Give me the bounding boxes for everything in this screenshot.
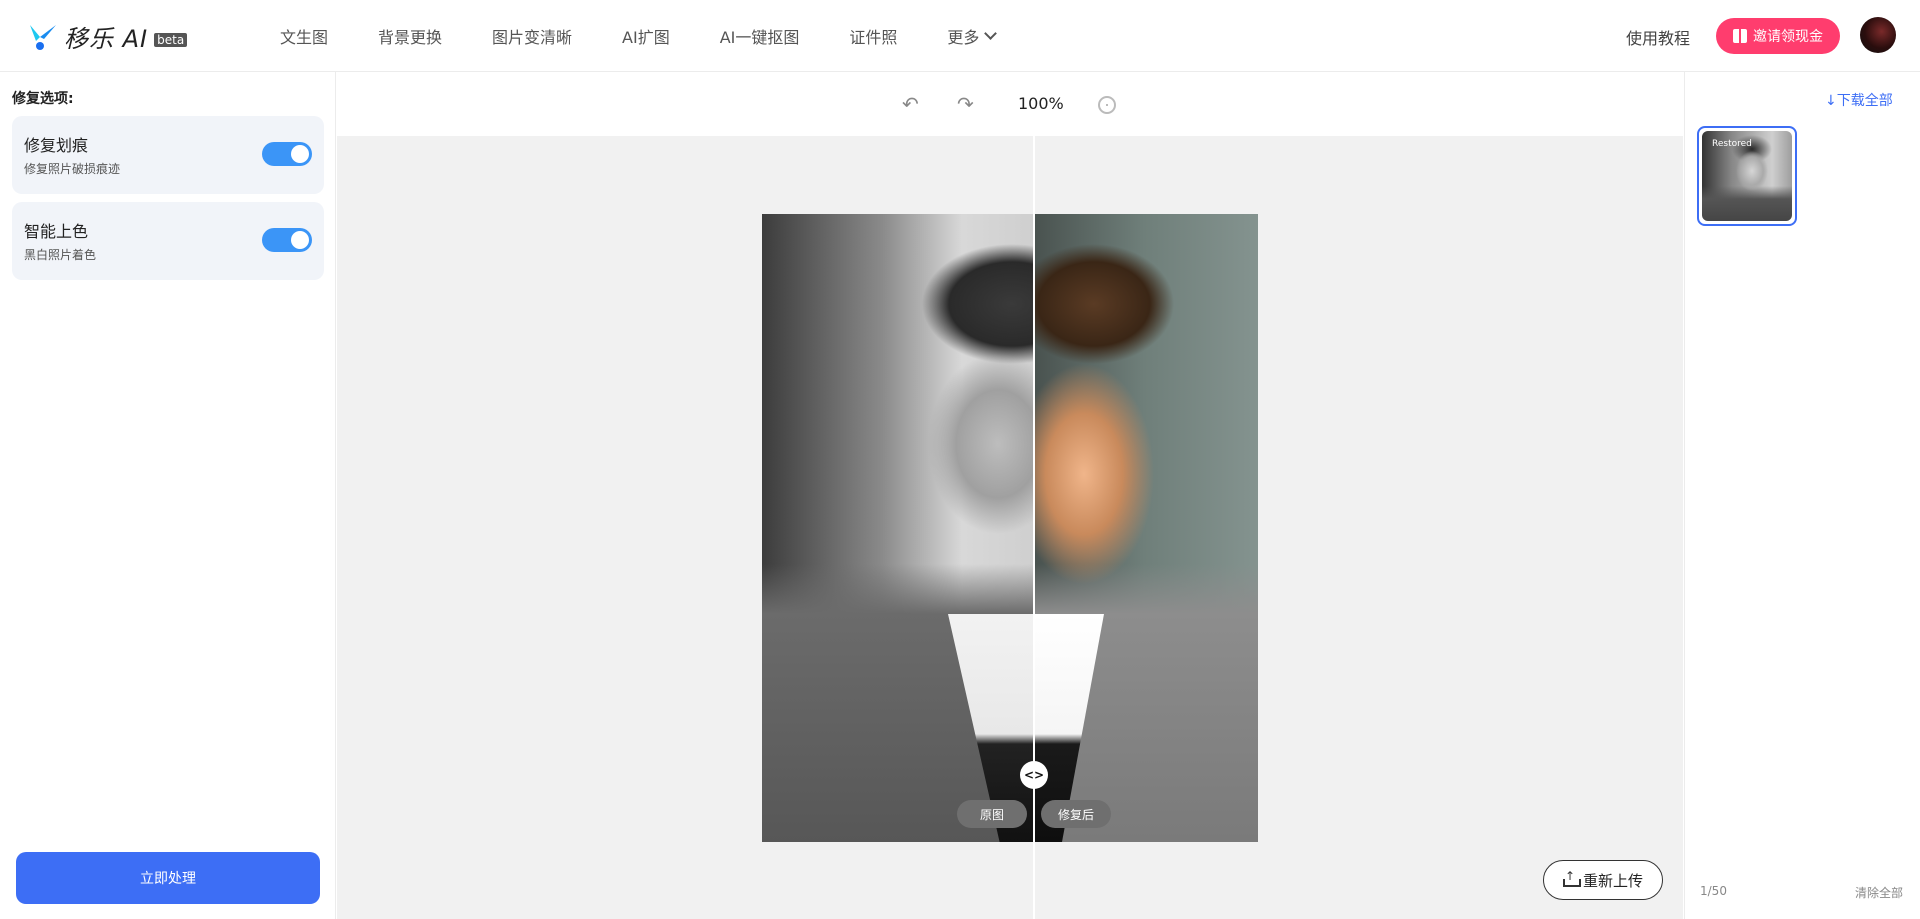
editor-area: ↶ ↷ 100% <>: [337, 72, 1683, 919]
option-title: 智能上色: [24, 222, 89, 241]
result-count: 1/50: [1700, 884, 1727, 898]
nav-image-sharpen[interactable]: 图片变清晰: [492, 24, 572, 48]
process-now-button[interactable]: 立即处理: [16, 852, 320, 904]
option-subtitle: 黑白照片着色: [24, 248, 97, 262]
toggle-knob: [291, 231, 309, 249]
invite-label: 邀请领现金: [1753, 29, 1823, 45]
compare-divider[interactable]: [1033, 136, 1035, 919]
original-image: [762, 214, 1034, 842]
logo[interactable]: 移乐 AI beta: [26, 18, 188, 54]
clear-all-link[interactable]: 清除全部: [1855, 884, 1903, 901]
option-scratch-repair: 修复划痕 修复照片破损痕迹: [12, 116, 324, 194]
nav-more-label: 更多: [947, 28, 980, 47]
tutorial-link[interactable]: 使用教程: [1626, 25, 1690, 49]
upload-icon: [1562, 869, 1581, 887]
compare-handle[interactable]: <>: [1020, 761, 1048, 789]
main-nav: 文生图 背景更换 图片变清晰 AI扩图 AI一键抠图 证件照 更多: [280, 0, 1045, 72]
nav-more[interactable]: 更多: [947, 24, 998, 48]
nav-text-to-image[interactable]: 文生图: [280, 24, 328, 48]
toggle-knob: [291, 145, 309, 163]
results-panel: ↓下载全部 Restored 1/50 清除全部: [1684, 72, 1920, 919]
before-label[interactable]: 原图: [957, 800, 1027, 828]
nav-id-photo[interactable]: 证件照: [849, 24, 897, 48]
option-subtitle: 修复照片破损痕迹: [24, 162, 121, 176]
reupload-label: 重新上传: [1582, 871, 1643, 890]
gift-icon: [1733, 29, 1747, 43]
colorize-toggle[interactable]: [262, 228, 312, 252]
result-thumbnail[interactable]: Restored: [1697, 126, 1797, 226]
option-colorize: 智能上色 黑白照片着色: [12, 202, 324, 280]
top-header: 移乐 AI beta 文生图 背景更换 图片变清晰 AI扩图 AI一键抠图 证件…: [0, 0, 1920, 72]
restored-badge: Restored: [1712, 139, 1752, 149]
undo-icon[interactable]: ↶: [902, 92, 919, 116]
scratch-repair-toggle[interactable]: [262, 142, 312, 166]
nav-background-replace[interactable]: 背景更换: [378, 24, 442, 48]
restored-image: [1034, 214, 1258, 842]
logo-icon: [26, 19, 60, 53]
logo-text: 移乐 AI: [64, 24, 149, 53]
reupload-button[interactable]: 重新上传: [1543, 860, 1663, 900]
repair-options-panel: 修复选项: 修复划痕 修复照片破损痕迹 智能上色 黑白照片着色 立即处理: [0, 72, 336, 919]
avatar[interactable]: [1860, 17, 1896, 53]
after-label[interactable]: 修复后: [1041, 800, 1111, 828]
crosshair-icon[interactable]: [1098, 96, 1116, 114]
download-all-label: 下载全部: [1836, 93, 1893, 109]
option-title: 修复划痕: [24, 136, 89, 155]
nav-ai-expand[interactable]: AI扩图: [622, 24, 670, 48]
chevron-down-icon: [984, 27, 998, 40]
editor-toolbar: ↶ ↷ 100%: [337, 72, 1683, 136]
zoom-level: 100%: [1018, 94, 1064, 113]
compare-photo: [762, 214, 1258, 842]
download-all-link[interactable]: ↓下载全部: [1825, 90, 1893, 110]
panel-title: 修复选项:: [12, 91, 74, 107]
invite-cash-button[interactable]: 邀请领现金: [1716, 18, 1840, 54]
nav-ai-cutout[interactable]: AI一键抠图: [720, 24, 800, 48]
thumbnail-image: Restored: [1702, 131, 1792, 221]
redo-icon[interactable]: ↷: [957, 92, 974, 116]
beta-badge: beta: [154, 33, 188, 47]
